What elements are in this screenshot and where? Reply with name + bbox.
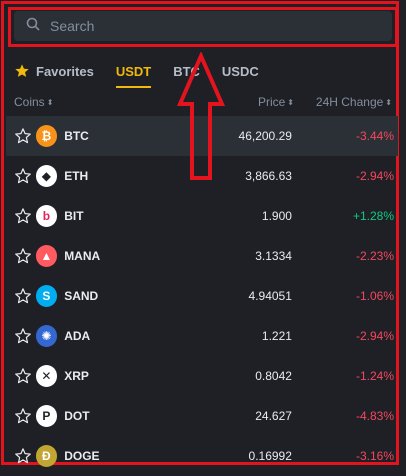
coin-change: -1.06%	[355, 289, 394, 303]
btc-icon: ₿	[35, 125, 58, 147]
table-row[interactable]: ✺ ADA 1.221 -2.94%	[6, 316, 398, 356]
tab-label: USDT	[115, 63, 152, 79]
coin-symbol: XRP	[64, 369, 89, 383]
coin-symbol: MANA	[64, 249, 101, 263]
coin-symbol: DOGE	[64, 449, 100, 463]
coin-change: -3.44%	[355, 129, 394, 143]
coin-change: +1.28%	[352, 209, 394, 223]
tab-favorites[interactable]: Favorites	[14, 63, 94, 79]
tab-label: Favorites	[36, 63, 94, 79]
column-label: Coins	[14, 95, 45, 109]
coin-symbol: ADA	[64, 329, 91, 343]
coin-price: 0.16992	[248, 449, 292, 463]
table-row[interactable]: Ð DOGE 0.16992 -3.16%	[6, 436, 398, 476]
star-outline-icon[interactable]	[14, 207, 36, 225]
ada-icon: ✺	[35, 325, 58, 347]
coin-price: 4.94051	[248, 289, 292, 303]
search-input[interactable]	[48, 17, 372, 35]
star-outline-icon[interactable]	[14, 127, 36, 145]
bit-icon: b	[35, 205, 58, 227]
coin-change: -2.23%	[355, 249, 394, 263]
sort-icon: ⬍	[287, 98, 294, 108]
tab-usdt[interactable]: USDT	[115, 63, 152, 88]
coin-price: 1.900	[261, 209, 292, 223]
eth-icon: ◆	[35, 165, 58, 187]
coin-change: -2.94%	[355, 329, 394, 343]
coin-price: 24.627	[255, 409, 292, 423]
star-outline-icon[interactable]	[14, 447, 36, 465]
table-row[interactable]: b BIT 1.900 +1.28%	[6, 196, 398, 236]
coins-column-header[interactable]: Coins ⬍	[14, 95, 154, 109]
coin-change: -2.94%	[355, 169, 394, 183]
coin-price: 1.221	[261, 329, 292, 343]
doge-icon: Ð	[35, 445, 58, 467]
star-outline-icon[interactable]	[14, 247, 36, 265]
sort-icon: ⬍	[385, 98, 392, 108]
table-row[interactable]: ✕ XRP 0.8042 -1.24%	[6, 356, 398, 396]
red-arrow-annotation	[176, 52, 226, 180]
table-row[interactable]: S SAND 4.94051 -1.06%	[6, 276, 398, 316]
search-box[interactable]	[14, 11, 392, 41]
star-outline-icon[interactable]	[14, 327, 36, 345]
star-outline-icon[interactable]	[14, 407, 36, 425]
coin-symbol: ETH	[64, 169, 89, 183]
tab-usdc[interactable]: USDC	[222, 64, 259, 79]
coin-change: -3.16%	[355, 449, 394, 463]
coin-symbol: DOT	[64, 409, 90, 423]
coin-change: -1.24%	[355, 369, 394, 383]
coin-symbol: BTC	[64, 129, 89, 143]
coin-price: 0.8042	[255, 369, 292, 383]
xrp-icon: ✕	[35, 365, 58, 387]
mana-icon: ▲	[35, 245, 58, 267]
tab-label: USDC	[221, 63, 259, 79]
sand-icon: S	[35, 285, 58, 307]
sort-icon: ⬍	[46, 98, 54, 108]
star-filled-icon	[14, 63, 30, 79]
column-label: 24H Change	[315, 95, 384, 109]
coin-symbol: BIT	[64, 209, 84, 223]
star-outline-icon[interactable]	[14, 287, 36, 305]
coin-symbol: SAND	[64, 289, 99, 303]
column-label: Price	[257, 95, 286, 109]
star-outline-icon[interactable]	[14, 367, 36, 385]
table-row[interactable]: P DOT 24.627 -4.83%	[6, 396, 398, 436]
dot-icon: P	[35, 405, 58, 427]
search-icon	[26, 17, 40, 36]
table-row[interactable]: ▲ MANA 3.1334 -2.23%	[6, 236, 398, 276]
coin-change: -4.83%	[355, 409, 394, 423]
coin-price: 3.1334	[255, 249, 292, 263]
change-column-header[interactable]: 24H Change ⬍	[294, 95, 392, 109]
star-outline-icon[interactable]	[14, 167, 36, 185]
